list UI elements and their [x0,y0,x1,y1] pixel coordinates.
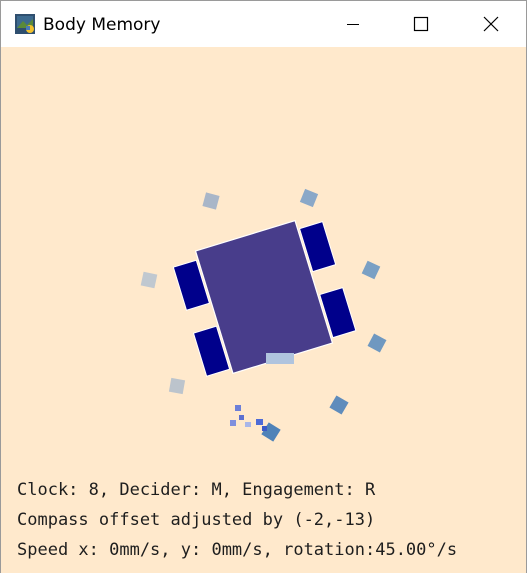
trail-dot [239,415,244,420]
title-bar[interactable]: Body Memory [1,1,526,47]
trail-dot [262,426,267,431]
status-speed-line: Speed x: 0mm/s, y: 0mm/s, rotation:45.00… [17,540,458,560]
memory-marker [140,271,158,289]
close-icon [483,16,499,32]
memory-marker [361,260,381,280]
app-window: Body Memory Clock: 8, Decider: M, Engage… [0,0,527,573]
maximize-icon [413,16,429,32]
minimize-button[interactable] [330,1,376,47]
memory-marker [168,377,186,395]
status-compass-line: Compass offset adjusted by (-2,-13) [17,510,376,530]
robot [172,219,357,377]
minimize-icon [347,24,359,25]
status-clock-line: Clock: 8, Decider: M, Engagement: R [17,480,376,500]
memory-marker [299,188,319,208]
close-button[interactable] [468,1,514,47]
maximize-button[interactable] [398,1,444,47]
python-app-icon [15,14,35,34]
trail-dot [256,419,263,425]
trail-dot [230,420,236,426]
memory-marker [367,333,387,353]
window-title: Body Memory [43,15,161,35]
trail-dot [245,422,251,427]
trail-dot [235,405,241,411]
memory-marker [202,192,220,210]
simulation-canvas[interactable]: Clock: 8, Decider: M, Engagement: R Comp… [1,47,526,573]
memory-marker [261,422,281,442]
memory-marker [329,395,349,415]
heading-marker [266,353,294,364]
